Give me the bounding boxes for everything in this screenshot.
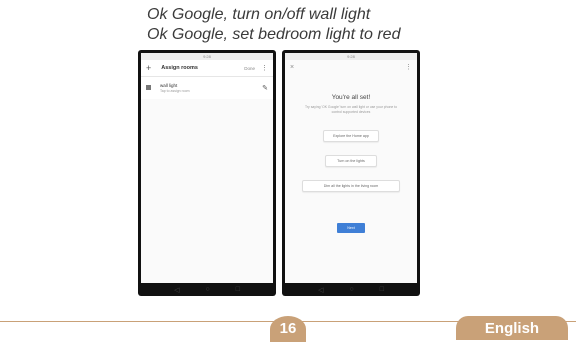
phone-screenshot-all-set: 9:28 × ⋮ You're all set! Try saying 'OK … [282,50,420,296]
voice-command-2: Ok Google, set bedroom light to red [147,26,401,43]
phone-screen: 9:28 + Assign rooms Done ⋮ wall light Ta… [141,53,273,283]
android-nav-bar: ◁ ○ □ [138,283,276,296]
suggestion-button-lights[interactable]: Turn on the lights [325,155,377,167]
add-icon[interactable]: + [146,63,151,73]
next-button[interactable]: Next [337,223,365,233]
bulb-icon [146,85,151,90]
app-bar: + Assign rooms Done ⋮ [141,60,273,77]
confirmation-description: Try saying 'OK Google' turn on wall ligh… [304,105,397,114]
back-icon[interactable]: ◁ [174,286,179,294]
android-nav-bar: ◁ ○ □ [282,283,420,296]
home-icon[interactable]: ○ [349,286,353,293]
page-number: 16 [270,316,306,342]
language-tab: English [456,316,568,340]
phone-screen: 9:28 × ⋮ You're all set! Try saying 'OK … [285,53,417,283]
page-title: Assign rooms [161,65,198,71]
edit-icon[interactable]: ✎ [262,84,268,92]
device-name: wall light [160,83,178,88]
device-subtitle: Tap to assign room [160,89,190,93]
back-icon[interactable]: ◁ [318,286,323,294]
device-row[interactable]: wall light Tap to assign room ✎ [141,77,273,99]
done-button[interactable]: Done [244,66,255,71]
suggestion-button-explore[interactable]: Explore the Home app [323,130,379,142]
device-text: wall light Tap to assign room [160,83,262,93]
more-options-icon[interactable]: ⋮ [261,64,268,72]
confirmation-title: You're all set! [331,94,371,101]
phone-screenshot-assign-rooms: 9:28 + Assign rooms Done ⋮ wall light Ta… [138,50,276,296]
voice-command-1: Ok Google, turn on/off wall light [147,6,371,23]
home-icon[interactable]: ○ [205,286,209,293]
top-bar: × ⋮ [285,60,417,74]
more-options-icon[interactable]: ⋮ [405,63,412,71]
recents-icon[interactable]: □ [236,286,240,293]
suggestion-button-dim[interactable]: Dim all the lights in the living room [302,180,400,192]
status-bar: 9:28 [285,53,417,60]
close-icon[interactable]: × [290,64,294,71]
recents-icon[interactable]: □ [380,286,384,293]
status-bar: 9:28 [141,53,273,60]
